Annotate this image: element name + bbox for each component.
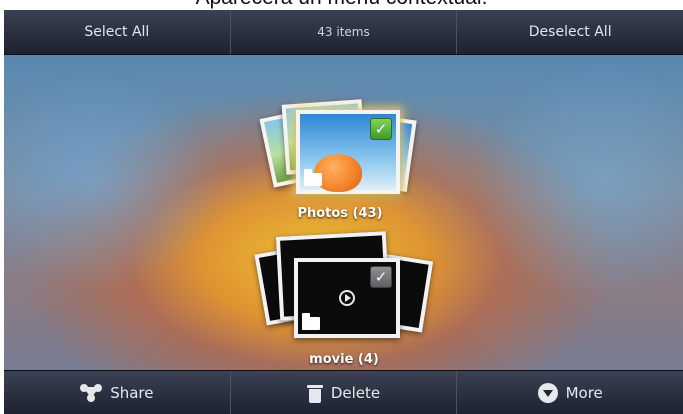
selected-check-icon[interactable]: ✓	[370, 118, 392, 140]
trash-icon	[306, 383, 323, 403]
selection-top-bar: Select All 43 items Deselect All	[4, 10, 683, 55]
album-movie[interactable]: ✓ movie (4)	[254, 231, 434, 367]
folder-icon	[302, 313, 320, 330]
selected-check-icon[interactable]: ✓	[370, 266, 392, 288]
chevron-down-circle-icon	[537, 383, 558, 403]
gallery-screen: Select All 43 items Deselect All ✓ Photo…	[4, 10, 683, 414]
more-label: More	[565, 384, 603, 402]
share-icon	[80, 384, 103, 402]
play-icon	[339, 290, 355, 306]
select-all-button[interactable]: Select All	[4, 10, 231, 54]
delete-button[interactable]: Delete	[231, 371, 458, 414]
page: Aparecerá un menú contextual. Select All…	[0, 0, 683, 414]
photo-thumb-front: ✓	[296, 110, 400, 194]
deselect-all-button[interactable]: Deselect All	[457, 10, 683, 54]
album-photos[interactable]: ✓ Photos (43)	[259, 94, 420, 221]
delete-label: Delete	[330, 384, 381, 402]
share-label: Share	[110, 384, 154, 402]
album-photos-label: Photos (43)	[297, 206, 383, 221]
album-movie-label: movie (4)	[309, 352, 379, 367]
more-button[interactable]: More	[457, 371, 683, 414]
folder-icon	[304, 169, 322, 186]
item-count: 43 items	[231, 10, 458, 54]
video-thumb-front: ✓	[294, 258, 400, 338]
share-button[interactable]: Share	[4, 371, 231, 414]
action-bottom-bar: Share Delete More	[4, 370, 683, 414]
caption-text: Aparecerá un menú contextual.	[196, 0, 488, 9]
